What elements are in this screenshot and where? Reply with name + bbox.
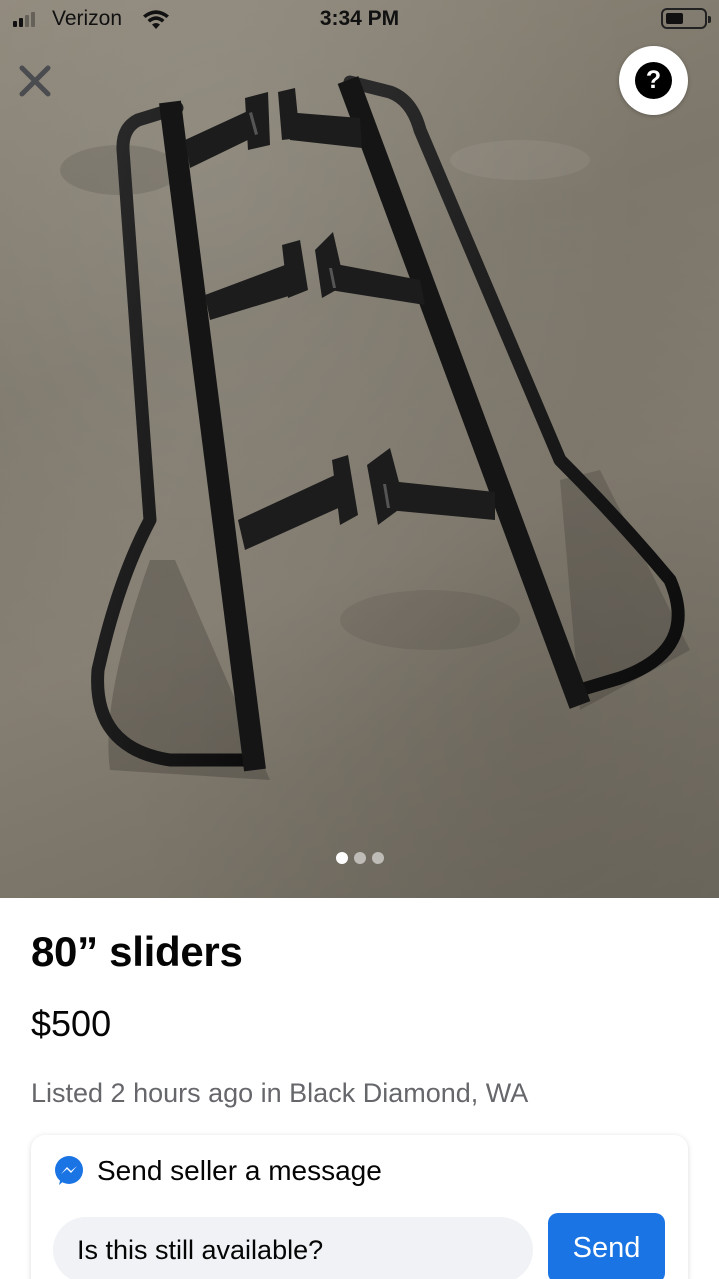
- photo-dot-3[interactable]: [371, 852, 384, 864]
- message-header: Send seller a message: [53, 1155, 382, 1187]
- photo-dot-2[interactable]: [353, 852, 366, 864]
- message-header-label: Send seller a message: [97, 1155, 382, 1186]
- message-input[interactable]: [53, 1217, 533, 1279]
- close-icon: [19, 65, 51, 97]
- sliders-photo: [60, 75, 690, 780]
- status-time: 3:34 PM: [319, 7, 400, 30]
- status-bar: Verizon 3:34 PM: [0, 0, 719, 40]
- photo-dot-1[interactable]: [335, 852, 348, 864]
- listing-price: $500: [31, 1003, 112, 1044]
- help-button[interactable]: ?: [619, 46, 688, 115]
- battery-icon: [661, 8, 711, 29]
- message-seller-card: Send seller a message Send: [31, 1135, 688, 1279]
- photo-pagination: [0, 852, 719, 864]
- question-mark-icon: ?: [635, 62, 672, 99]
- listing-title: 80” sliders: [31, 928, 243, 975]
- close-button[interactable]: [14, 60, 56, 102]
- listing-photo[interactable]: Verizon 3:34 PM ?: [0, 0, 719, 898]
- listing-meta: Listed 2 hours ago in Black Diamond, WA: [31, 1078, 529, 1108]
- send-button[interactable]: Send: [548, 1213, 665, 1279]
- messenger-icon: [55, 1156, 83, 1185]
